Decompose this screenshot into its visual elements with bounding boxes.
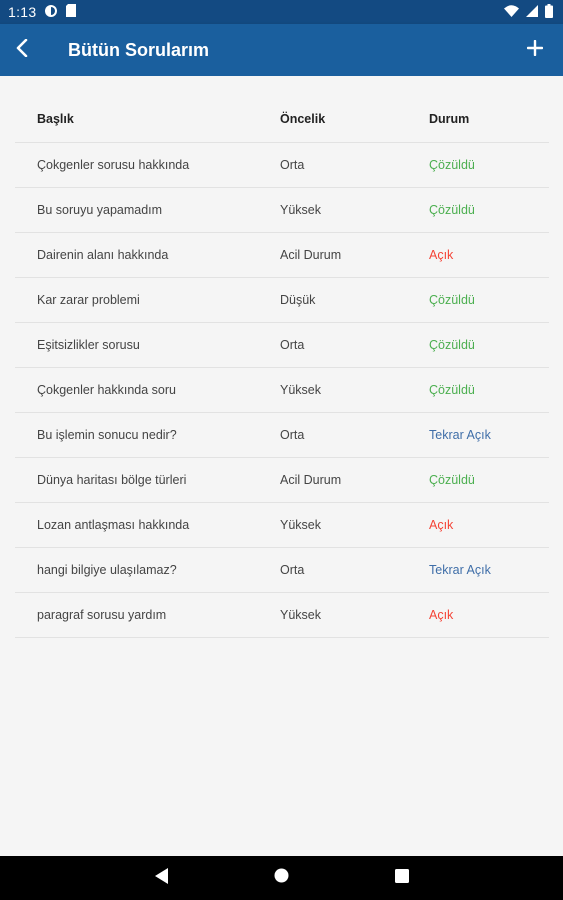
- cellular-icon: [526, 4, 538, 20]
- row-status: Çözüldü: [429, 293, 475, 307]
- table-row[interactable]: Bu işlemin sonucu nedir? Orta Tekrar Açık: [15, 413, 549, 458]
- table-row[interactable]: paragraf sorusu yardım Yüksek Açık: [15, 593, 549, 638]
- table-row[interactable]: Çokgenler hakkında soru Yüksek Çözüldü: [15, 368, 549, 413]
- row-status: Çözüldü: [429, 473, 475, 487]
- table-row[interactable]: Çokgenler sorusu hakkında Orta Çözüldü: [15, 143, 549, 188]
- row-title: Bu işlemin sonucu nedir?: [37, 428, 177, 442]
- row-status: Açık: [429, 518, 454, 532]
- row-priority: Yüksek: [280, 383, 321, 397]
- table-row[interactable]: Dairenin alanı hakkında Acil Durum Açık: [15, 233, 549, 278]
- add-question-button[interactable]: [507, 24, 563, 76]
- row-title: Dünya haritası bölge türleri: [37, 473, 187, 487]
- row-status: Çözüldü: [429, 383, 475, 397]
- status-right: [504, 3, 553, 21]
- status-left: 1:13: [8, 4, 77, 21]
- row-status: Tekrar Açık: [429, 563, 491, 577]
- row-title: Kar zarar problemi: [37, 293, 140, 307]
- row-status: Tekrar Açık: [429, 428, 491, 442]
- row-status: Çözüldü: [429, 158, 475, 172]
- app-bar: Bütün Sorularım: [0, 24, 563, 76]
- table-row[interactable]: hangi bilgiye ulaşılamaz? Orta Tekrar Açık: [15, 548, 549, 593]
- nav-home-button[interactable]: [222, 856, 342, 900]
- row-title: hangi bilgiye ulaşılamaz?: [37, 563, 177, 577]
- row-title: Çokgenler sorusu hakkında: [37, 158, 190, 172]
- back-arrow-icon: [15, 38, 29, 62]
- header-status: Durum: [429, 112, 470, 126]
- nav-recents-icon: [394, 868, 409, 888]
- row-title: Bu soruyu yapamadım: [37, 203, 163, 217]
- table-body: Çokgenler sorusu hakkında Orta Çözüldü Bu s…: [15, 143, 549, 638]
- row-priority: Yüksek: [280, 203, 321, 217]
- row-priority: Yüksek: [280, 608, 321, 622]
- row-priority: Düşük: [280, 293, 316, 307]
- row-priority: Acil Durum: [280, 248, 342, 262]
- row-priority: Acil Durum: [280, 473, 342, 487]
- row-priority: Yüksek: [280, 518, 321, 532]
- table-header: Başlık Öncelik Durum: [15, 96, 549, 143]
- nav-home-icon: [274, 868, 289, 888]
- wifi-icon: [504, 4, 519, 20]
- questions-table: Başlık Öncelik Durum Çokgenler sorusu ha…: [15, 96, 549, 638]
- row-title: Çokgenler hakkında soru: [37, 383, 176, 397]
- row-status: Açık: [429, 248, 454, 262]
- back-button[interactable]: [0, 24, 44, 76]
- table-row[interactable]: Lozan antlaşması hakkında Yüksek Açık: [15, 503, 549, 548]
- row-priority: Orta: [280, 158, 305, 172]
- page-title: Bütün Sorularım: [68, 39, 210, 60]
- row-title: paragraf sorusu yardım: [37, 608, 167, 622]
- battery-icon: [545, 3, 553, 21]
- navigation-bar: [0, 856, 563, 900]
- row-status: Çözüldü: [429, 338, 475, 352]
- row-title: Lozan antlaşması hakkında: [37, 518, 190, 532]
- content-area: Başlık Öncelik Durum Çokgenler sorusu ha…: [0, 76, 563, 856]
- table-row[interactable]: Dünya haritası bölge türleri Acil Durum Çö…: [15, 458, 549, 503]
- sd-card-icon: [66, 4, 77, 20]
- table-row[interactable]: Kar zarar problemi Düşük Çözüldü: [15, 278, 549, 323]
- header-priority: Öncelik: [280, 112, 326, 126]
- row-status: Açık: [429, 608, 454, 622]
- notification-icon: [44, 4, 58, 21]
- table-row[interactable]: Eşitsizlikler sorusu Orta Çözüldü: [15, 323, 549, 368]
- row-title: Eşitsizlikler sorusu: [37, 338, 140, 352]
- header-title: Başlık: [37, 112, 74, 126]
- status-time: 1:13: [8, 4, 37, 20]
- table-row[interactable]: Bu soruyu yapamadım Yüksek Çözüldü: [15, 188, 549, 233]
- row-priority: Orta: [280, 338, 305, 352]
- status-bar: 1:13: [0, 0, 563, 24]
- row-status: Çözüldü: [429, 203, 475, 217]
- plus-icon: [526, 39, 544, 61]
- nav-recents-button[interactable]: [342, 856, 462, 900]
- row-priority: Orta: [280, 428, 305, 442]
- row-priority: Orta: [280, 563, 305, 577]
- nav-back-icon: [154, 867, 169, 889]
- row-title: Dairenin alanı hakkında: [37, 248, 169, 262]
- nav-back-button[interactable]: [102, 856, 222, 900]
